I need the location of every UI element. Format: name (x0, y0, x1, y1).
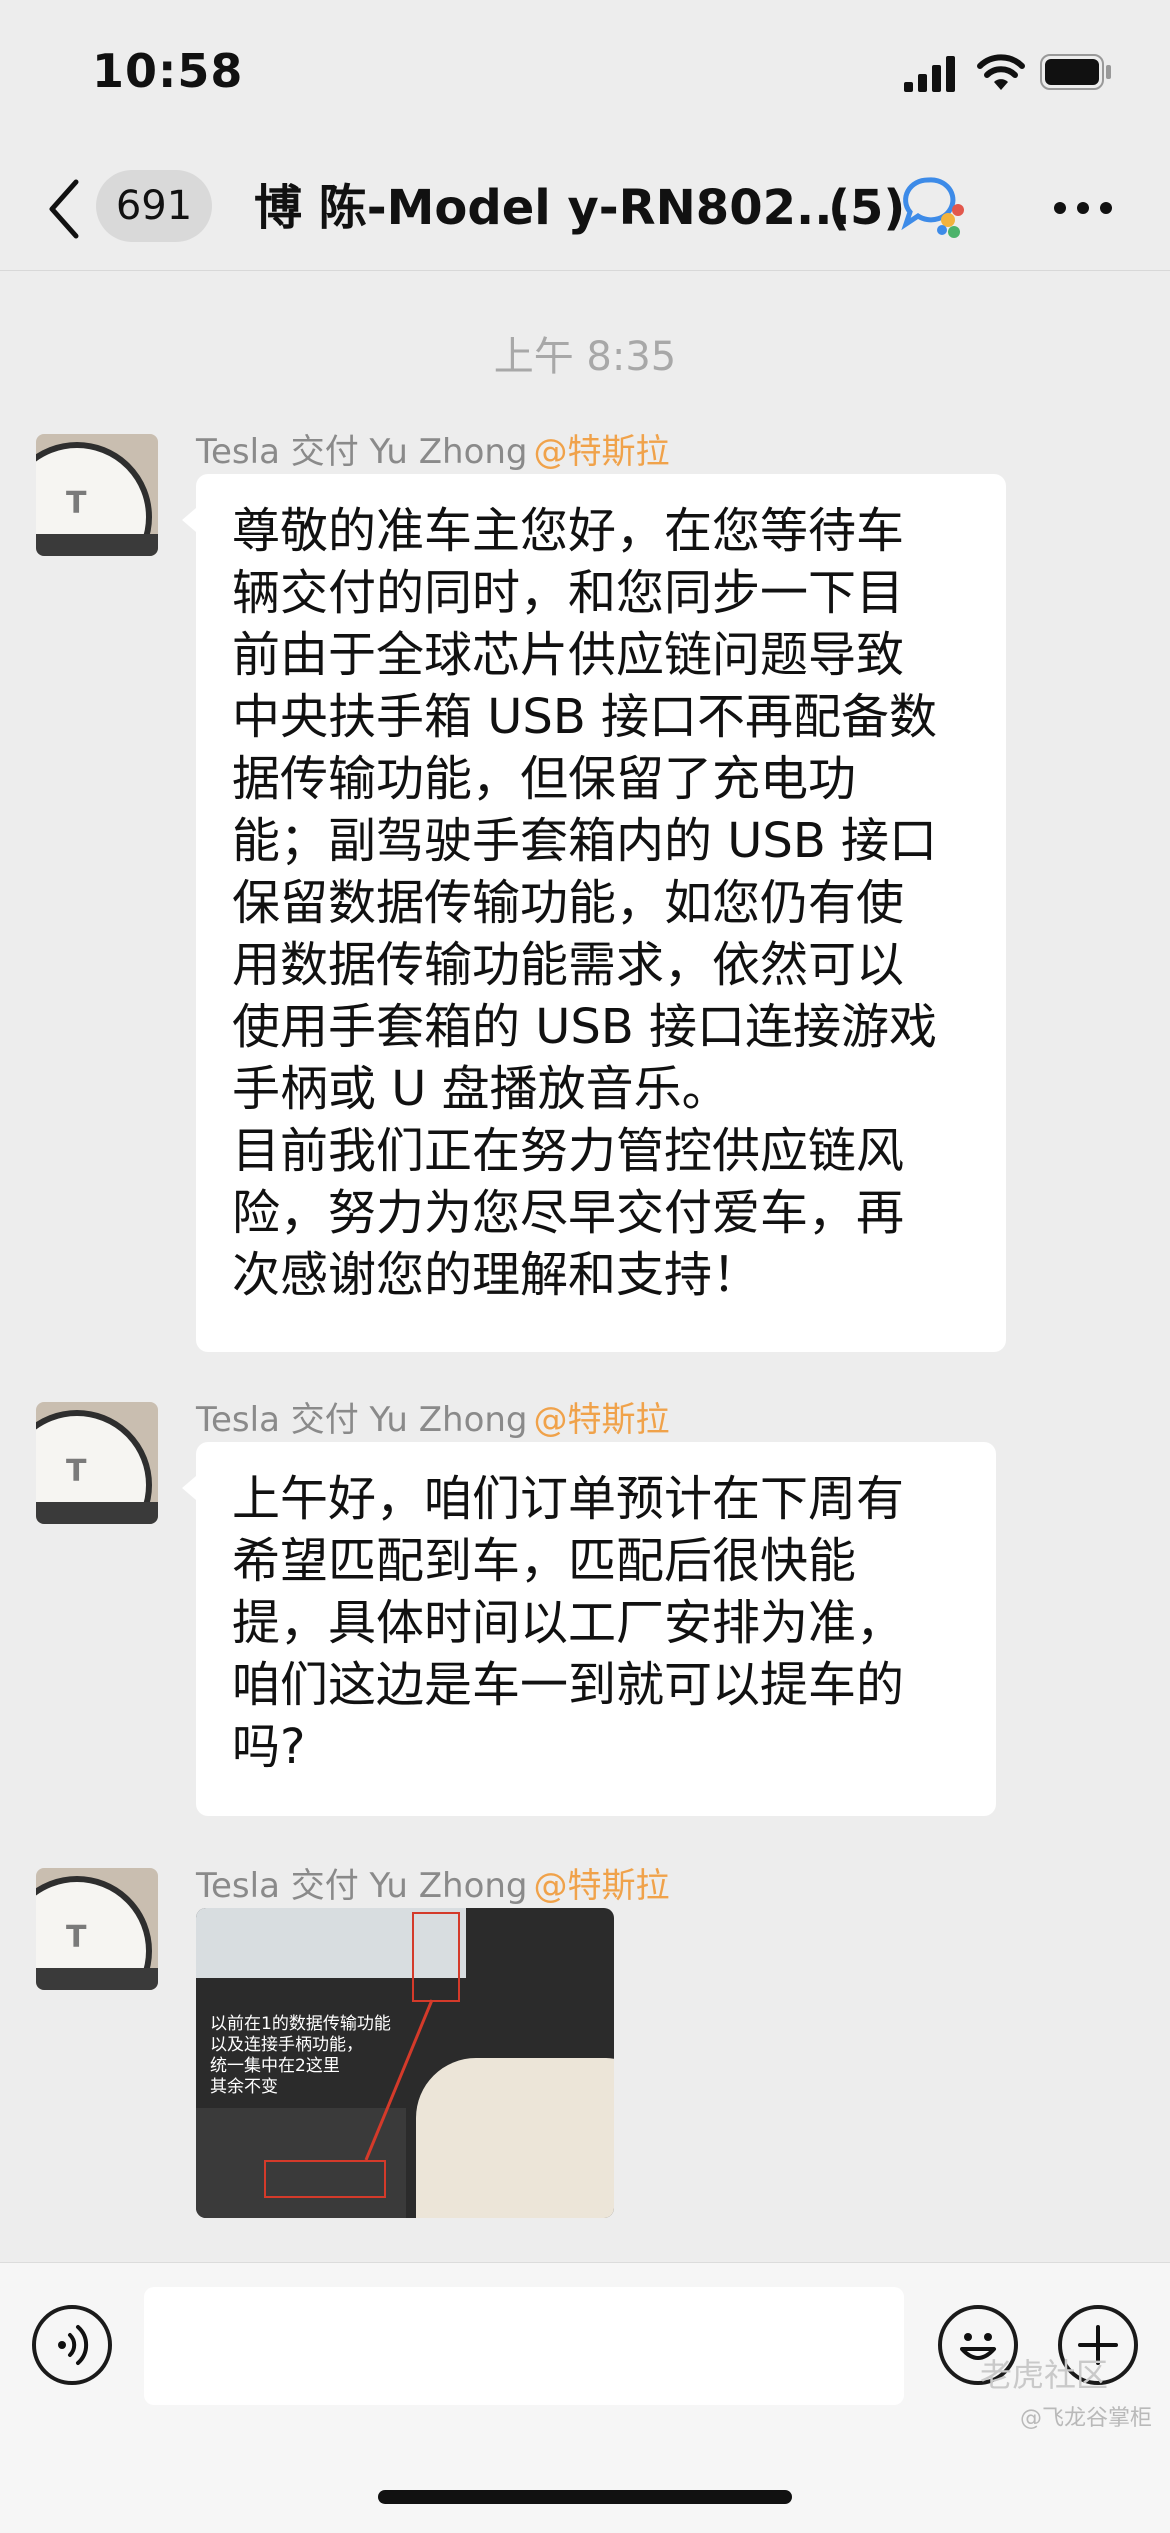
message-text: 尊敬的准车主您好，在您等待车 辆交付的同时，和您同步一下目 前由于全球芯片供应链… (232, 503, 938, 1303)
chat-title: 博 陈-Model y-RN802... (254, 180, 851, 236)
group-chat-icon (901, 177, 964, 238)
voice-icon (58, 2325, 89, 2365)
sender-name-line: Tesla 交付 Yu Zhong @特斯拉 (196, 1858, 670, 1907)
watermark: 老虎社区 (980, 2356, 1109, 2394)
sender-name: Tesla 交付 Yu Zhong (196, 1866, 528, 1906)
message-timestamp: 上午 8:35 (493, 334, 677, 380)
message-input[interactable] (144, 2287, 904, 2405)
chat-header: 691 博 陈-Model y-RN802... (5) (0, 150, 1170, 271)
image-highlight-box (264, 2160, 386, 2198)
signal-icon (904, 56, 955, 92)
sender-avatar[interactable]: T (36, 1402, 158, 1524)
sender-name-line: Tesla 交付 Yu Zhong @特斯拉 (196, 424, 670, 473)
sender-name: Tesla 交付 Yu Zhong (196, 432, 528, 472)
battery-icon (1040, 54, 1111, 90)
image-caption: 以前在1的数据传输功能 以及连接手柄功能， 统一集中在2这里 其余不变 (210, 2014, 391, 2097)
watermark-handle: @飞龙谷掌柜 (1020, 2406, 1153, 2431)
message-bubble[interactable]: 尊敬的准车主您好，在您等待车 辆交付的同时，和您同步一下目 前由于全球芯片供应链… (182, 474, 1006, 1352)
message-text: 上午好，咱们订单预计在下周有 希望匹配到车，匹配后很快能 提，具体时间以工厂安排… (232, 1471, 905, 1775)
voice-button[interactable] (32, 2305, 112, 2385)
sender-tag: @特斯拉 (533, 1866, 670, 1906)
member-count: (5) (828, 180, 906, 236)
sender-avatar[interactable]: T (36, 434, 158, 556)
more-icon[interactable] (1052, 200, 1114, 216)
chevron-left-icon[interactable] (44, 178, 84, 240)
sender-name-line: Tesla 交付 Yu Zhong @特斯拉 (196, 1392, 670, 1441)
home-indicator (378, 2490, 792, 2504)
sender-tag: @特斯拉 (533, 1400, 670, 1440)
sender-avatar[interactable]: T (36, 1868, 158, 1990)
message-bubble[interactable]: 上午好，咱们订单预计在下周有 希望匹配到车，匹配后很快能 提，具体时间以工厂安排… (182, 1442, 996, 1816)
status-bar: 10:58 (0, 0, 1170, 150)
wifi-icon (977, 54, 1025, 90)
image-highlight-box (412, 1912, 460, 2002)
status-time: 10:58 (92, 44, 244, 98)
sender-tag: @特斯拉 (533, 432, 670, 472)
sender-name: Tesla 交付 Yu Zhong (196, 1400, 528, 1440)
unread-count-badge[interactable]: 691 (96, 170, 212, 242)
image-message[interactable]: 以前在1的数据传输功能 以及连接手柄功能， 统一集中在2这里 其余不变 (196, 1908, 614, 2218)
